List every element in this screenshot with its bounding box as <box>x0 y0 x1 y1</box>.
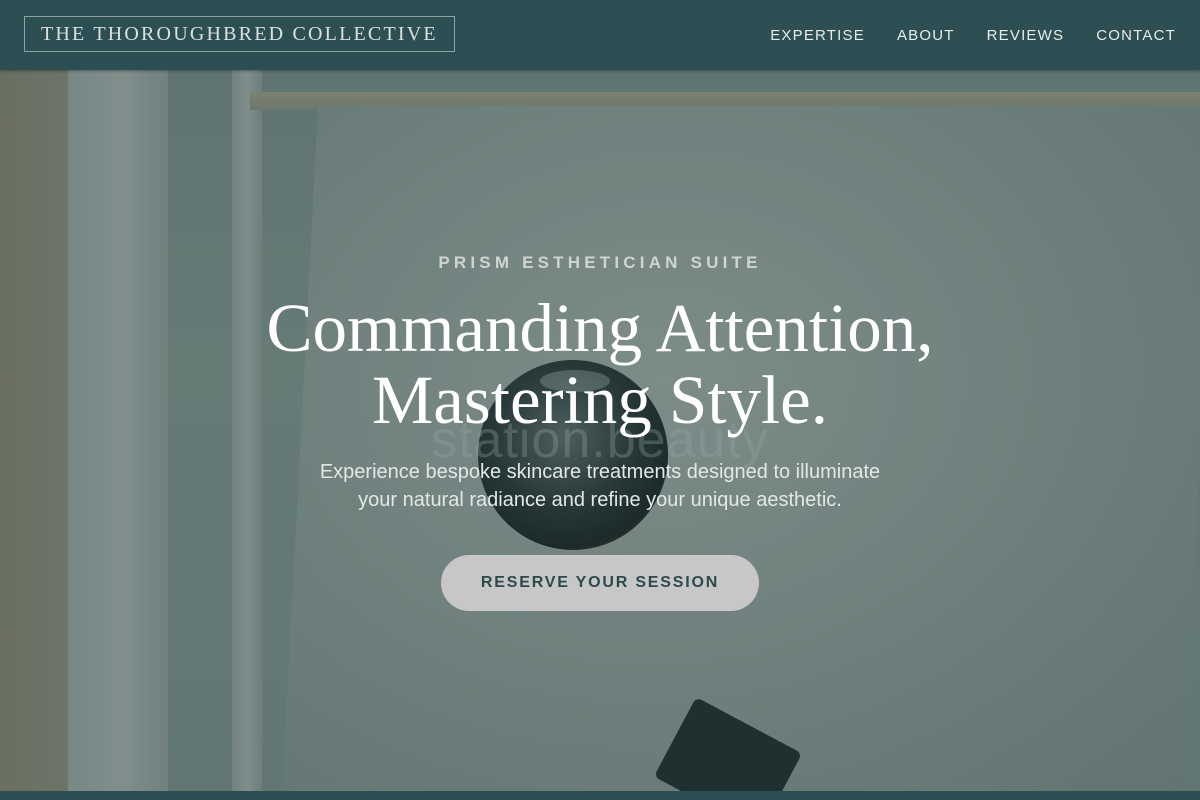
nav-reviews[interactable]: REVIEWS <box>987 27 1065 44</box>
hero-section: station.beauty PRISM ESTHETICIAN SUITE C… <box>0 70 1200 791</box>
hero-headline: Commanding Attention, Mastering Style. <box>0 292 1200 436</box>
main-nav: EXPERTISE ABOUT REVIEWS CONTACT <box>738 0 1176 70</box>
subtext-line-2: your natural radiance and refine your un… <box>358 489 842 511</box>
next-section-edge <box>0 791 1200 800</box>
brand-logo[interactable]: THE THOROUGHBRED COLLECTIVE <box>24 16 455 52</box>
nav-about[interactable]: ABOUT <box>897 27 955 44</box>
site-header: THE THOROUGHBRED COLLECTIVE EXPERTISE AB… <box>0 0 1200 70</box>
hero-content: PRISM ESTHETICIAN SUITE Commanding Atten… <box>0 70 1200 791</box>
subtext-line-1: Experience bespoke skincare treatments d… <box>319 461 881 483</box>
headline-line-2: Mastering Style. <box>371 362 829 438</box>
hero-eyebrow: PRISM ESTHETICIAN SUITE <box>438 253 762 272</box>
reserve-session-button[interactable]: RESERVE YOUR SESSION <box>441 555 759 611</box>
hero-subtext: Experience bespoke skincare treatments d… <box>270 458 930 514</box>
nav-expertise[interactable]: EXPERTISE <box>770 27 865 44</box>
nav-contact[interactable]: CONTACT <box>1096 27 1176 44</box>
headline-line-1: Commanding Attention, <box>266 290 934 366</box>
